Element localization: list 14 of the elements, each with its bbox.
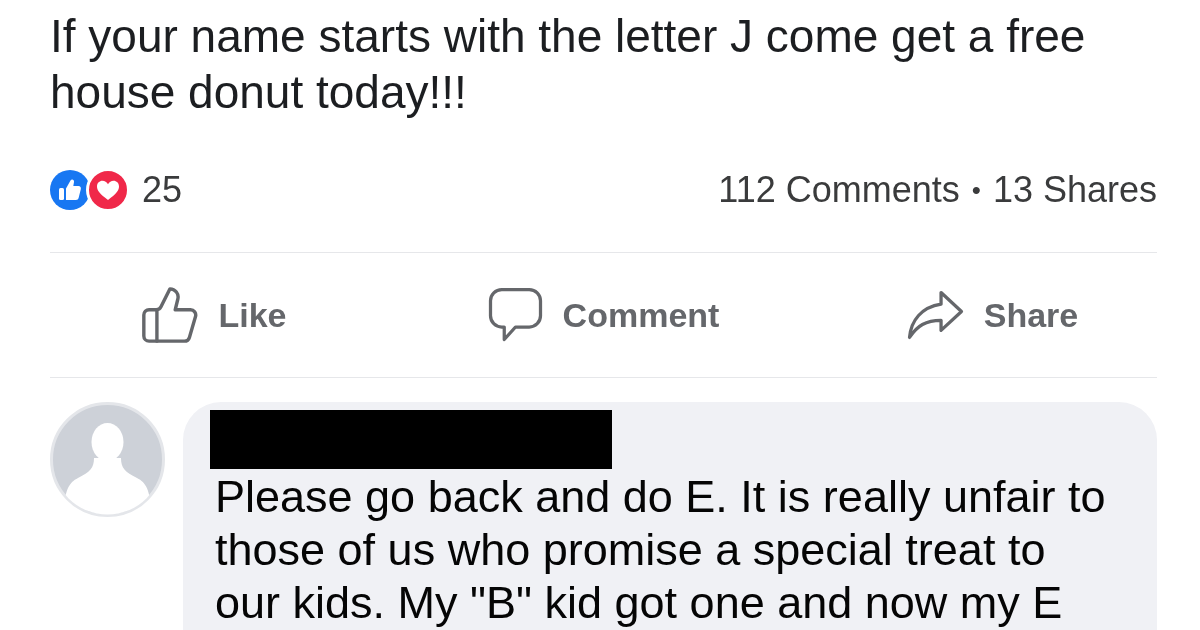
post-text: If your name starts with the letter J come get a free house donut today!!! [50, 9, 1087, 120]
person-silhouette-icon[interactable] [50, 402, 165, 517]
share-count[interactable]: 13 Shares [992, 169, 1157, 211]
share-button[interactable]: Share [906, 290, 1079, 340]
thumbs-up-icon [142, 287, 199, 343]
comment-count[interactable]: 112 Comments [718, 169, 960, 211]
like-button[interactable]: Like [142, 287, 287, 343]
comment-text: Please go back and do E. It is really unfair to those of us who promise a special treat to our kids. My "B" kid got one and now my E [215, 470, 1107, 629]
separator: • [971, 174, 981, 206]
share-arrow-icon [906, 290, 964, 340]
comment-button[interactable]: Comment [487, 287, 720, 343]
thumbs-up-icon [50, 170, 90, 210]
speech-bubble-icon [487, 287, 543, 343]
reaction-count[interactable]: 25 [142, 169, 183, 211]
